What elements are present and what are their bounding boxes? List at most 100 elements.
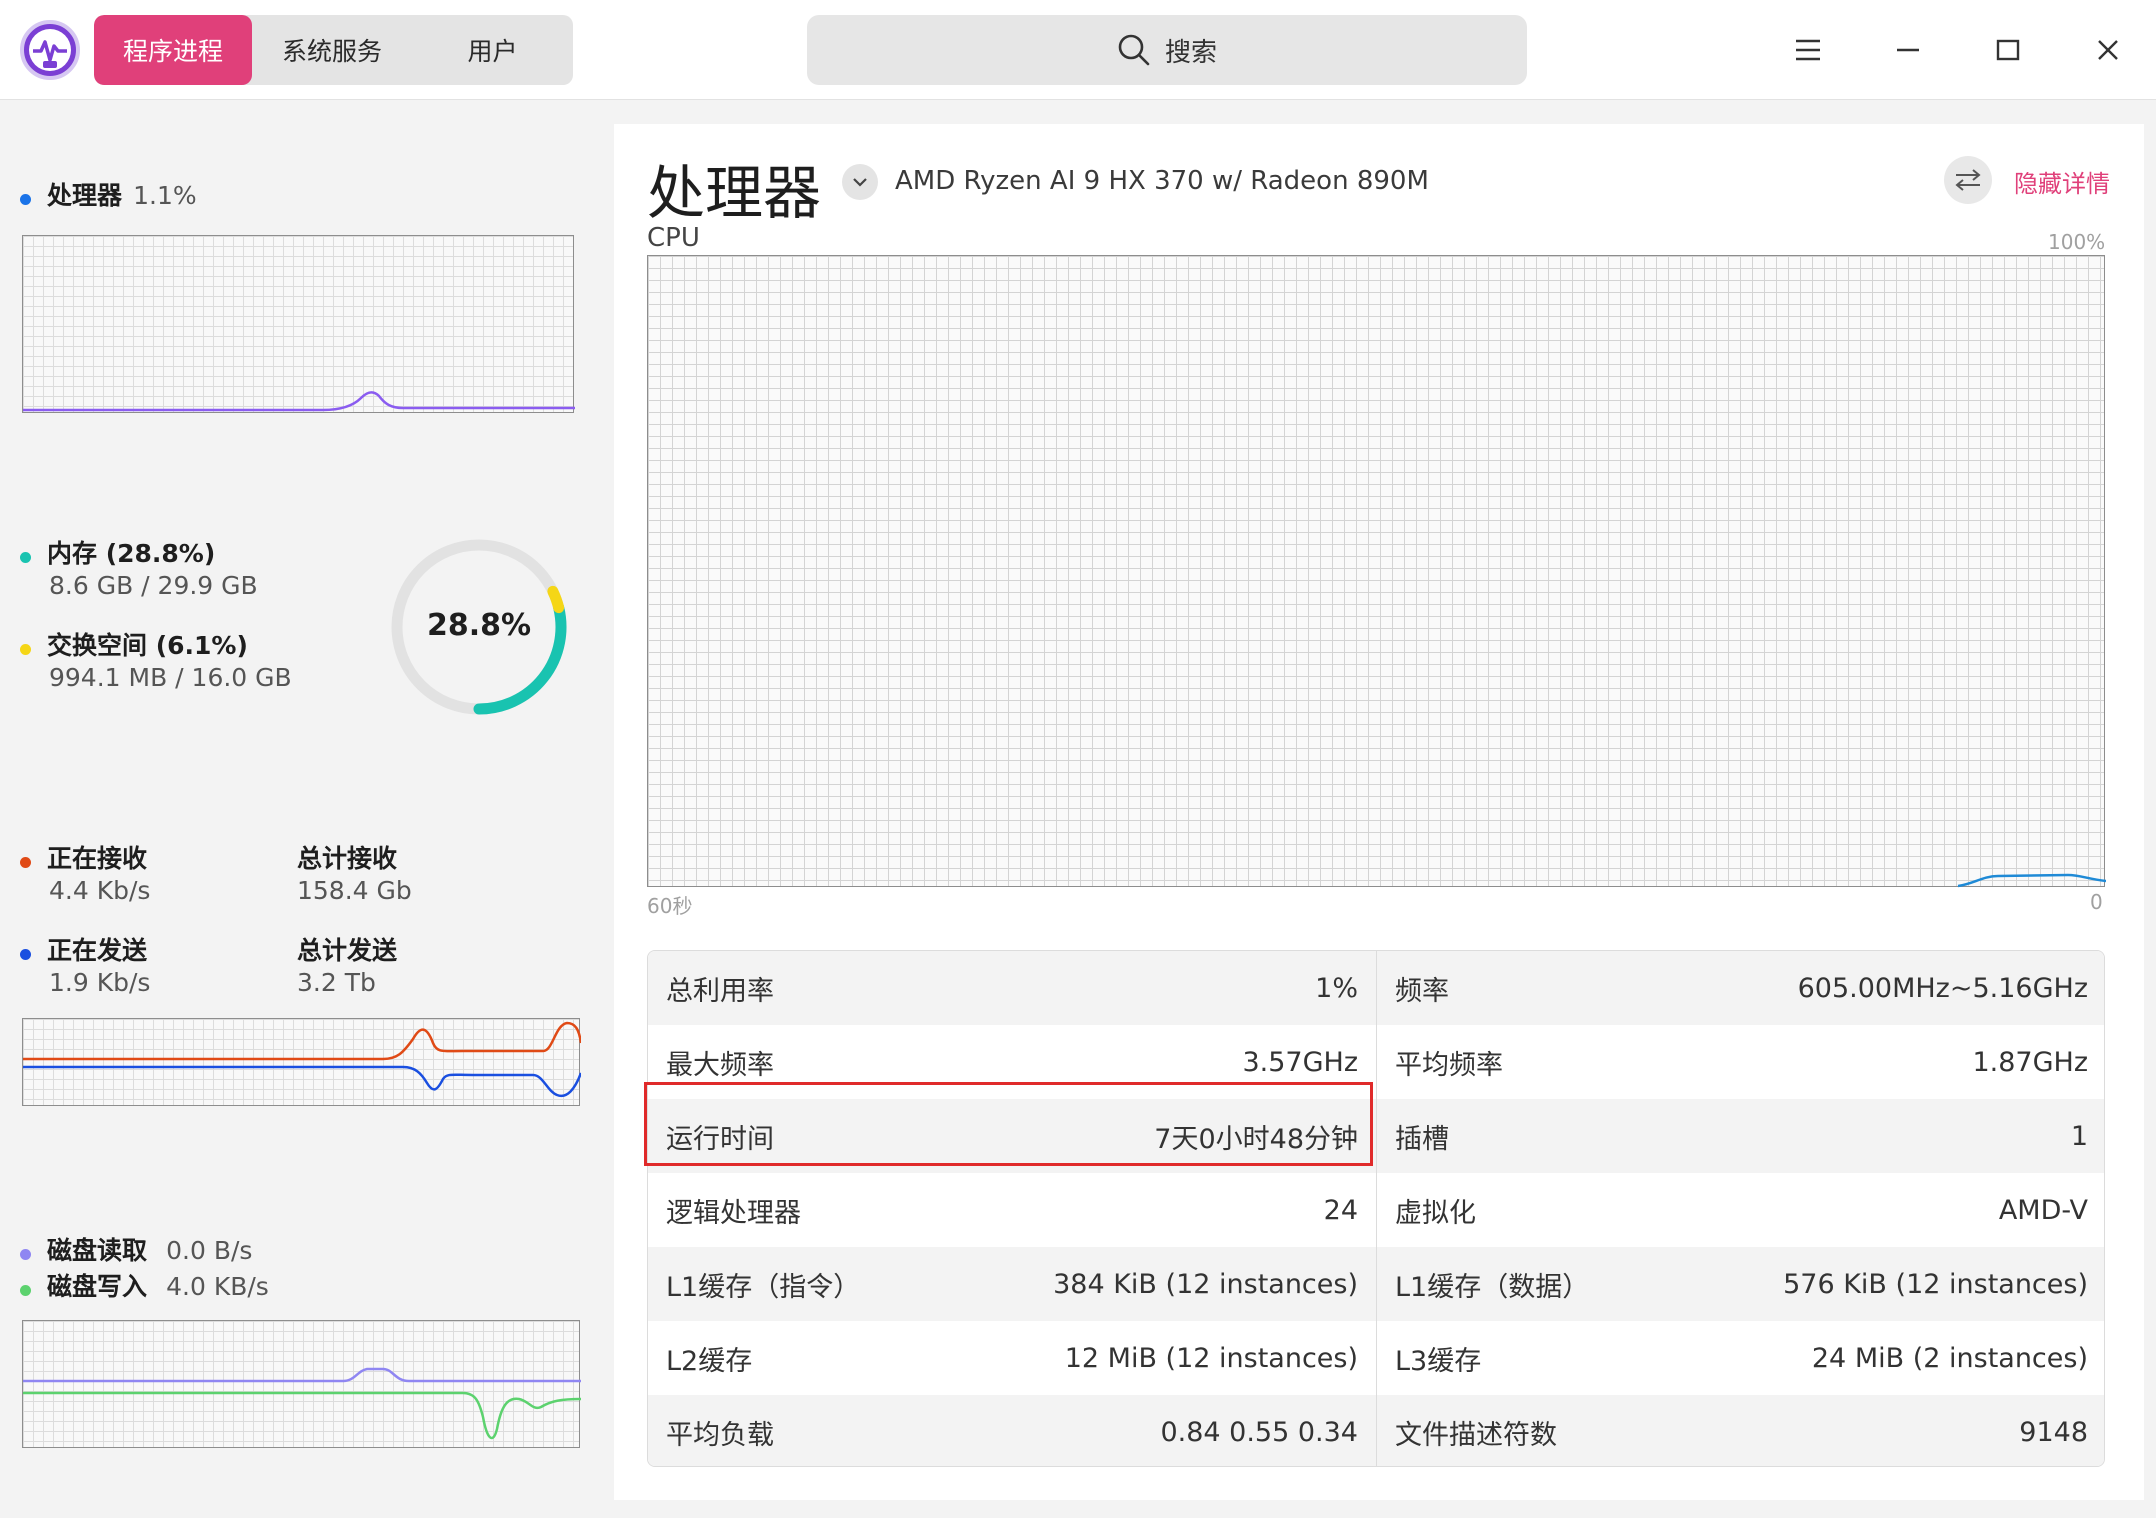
network-mini-graph-lines bbox=[23, 1021, 581, 1098]
cpu-value: 1.1% bbox=[133, 181, 197, 210]
stat-value: 24 MiB (2 instances) bbox=[1811, 1342, 2088, 1374]
cpu-mini-graph-line bbox=[23, 391, 575, 412]
disk-mini-graph-lines bbox=[23, 1367, 581, 1440]
disk-read-legend-dot bbox=[20, 1249, 31, 1260]
disk-write[interactable]: 磁盘写入 4.0 KB/s bbox=[20, 1267, 269, 1303]
recv-legend-dot bbox=[20, 857, 31, 868]
page-title: 处理器 bbox=[647, 159, 822, 227]
table-row: L2缓存 12 MiB (12 instances) L3缓存 24 MiB (2 … bbox=[648, 1321, 2104, 1395]
close-icon bbox=[2098, 40, 2118, 60]
recv-label: 正在接收 bbox=[47, 844, 148, 873]
chevron-down-icon bbox=[853, 178, 867, 187]
network-recv[interactable]: 正在接收 bbox=[20, 839, 147, 875]
stat-label: 逻辑处理器 bbox=[666, 1197, 801, 1229]
stat-value: 384 KiB (12 instances) bbox=[1053, 1268, 1358, 1300]
stat-l3-cache: L3缓存 24 MiB (2 instances) bbox=[1377, 1321, 2104, 1395]
stat-l2-cache: L2缓存 12 MiB (12 instances) bbox=[648, 1321, 1377, 1395]
menu-button[interactable] bbox=[1780, 22, 1836, 78]
stat-virtualization: 虚拟化 AMD-V bbox=[1377, 1173, 2104, 1247]
total-recv-value: 158.4 Gb bbox=[297, 876, 412, 905]
stat-label: 最大频率 bbox=[666, 1049, 774, 1081]
stat-value: 1.87GHz bbox=[1972, 1046, 2088, 1078]
send-label: 正在发送 bbox=[47, 936, 148, 965]
swap-summary[interactable]: 交换空间 (6.1%) bbox=[20, 626, 248, 662]
stat-l1-instruction-cache: L1缓存（指令） 384 KiB (12 instances) bbox=[648, 1247, 1377, 1321]
stat-label: L1缓存（指令） bbox=[666, 1271, 861, 1303]
search-box[interactable]: 搜索 bbox=[807, 15, 1527, 85]
stat-avg-frequency: 平均频率 1.87GHz bbox=[1377, 1025, 2104, 1099]
stat-value: 24 bbox=[1323, 1194, 1358, 1226]
send-value: 1.9 Kb/s bbox=[49, 968, 151, 997]
memory-detail: 8.6 GB / 29.9 GB bbox=[49, 571, 258, 600]
total-recv-label: 总计接收 bbox=[297, 844, 398, 873]
stat-label: 平均频率 bbox=[1395, 1049, 1503, 1081]
stat-value: 1% bbox=[1315, 972, 1358, 1004]
cpu-label: 处理器 bbox=[47, 181, 123, 210]
cpu-legend-dot bbox=[20, 194, 31, 205]
stat-label: 总利用率 bbox=[666, 975, 774, 1007]
tab-services[interactable]: 系统服务 bbox=[252, 15, 412, 85]
total-send-label: 总计发送 bbox=[297, 936, 398, 965]
swap-detail: 994.1 MB / 16.0 GB bbox=[49, 663, 292, 692]
stat-logical-processors: 逻辑处理器 24 bbox=[648, 1173, 1377, 1247]
swap-legend-dot bbox=[20, 644, 31, 655]
stat-label: 频率 bbox=[1395, 975, 1449, 1007]
stat-value: AMD-V bbox=[1998, 1194, 2088, 1226]
stat-label: L2缓存 bbox=[666, 1345, 753, 1377]
maximize-icon bbox=[1996, 39, 2020, 61]
minimize-icon bbox=[1897, 48, 1919, 52]
send-legend-dot bbox=[20, 949, 31, 960]
swap-arrows-icon bbox=[1955, 169, 1981, 191]
sidebar-cpu-summary[interactable]: 处理器 1.1% bbox=[20, 176, 197, 212]
hide-details-link[interactable]: 隐藏详情 bbox=[2014, 164, 2110, 199]
stat-load-average: 平均负载 0.84 0.55 0.34 bbox=[648, 1395, 1377, 1466]
tab-users[interactable]: 用户 bbox=[412, 15, 573, 85]
memory-ring-chart: 28.8% bbox=[384, 532, 574, 722]
search-icon bbox=[1118, 34, 1150, 66]
stat-label: L3缓存 bbox=[1395, 1345, 1482, 1377]
search-placeholder: 搜索 bbox=[1164, 37, 1217, 68]
cpu-select-dropdown[interactable] bbox=[842, 164, 878, 200]
cpu-usage-graph[interactable] bbox=[647, 255, 2106, 888]
switch-view-button[interactable] bbox=[1944, 156, 1992, 204]
network-mini-graph[interactable] bbox=[22, 1018, 581, 1106]
stat-value: 9148 bbox=[2019, 1416, 2088, 1448]
disk-read[interactable]: 磁盘读取 0.0 B/s bbox=[20, 1231, 252, 1267]
network-send[interactable]: 正在发送 bbox=[20, 931, 147, 967]
swap-ring-arc bbox=[547, 585, 565, 614]
stat-sockets: 插槽 1 bbox=[1377, 1099, 2104, 1173]
cpu-model-name: AMD Ryzen AI 9 HX 370 w/ Radeon 890M bbox=[895, 166, 1429, 196]
cpu-graph-label: CPU bbox=[647, 223, 700, 253]
memory-ring-text: 28.8% bbox=[426, 608, 532, 643]
stat-value: 576 KiB (12 instances) bbox=[1783, 1268, 2088, 1300]
tab-processes[interactable]: 程序进程 bbox=[94, 15, 252, 85]
stat-file-descriptors: 文件描述符数 9148 bbox=[1377, 1395, 2104, 1466]
stat-label: 平均负载 bbox=[666, 1419, 774, 1451]
disk-read-value: 0.0 B/s bbox=[166, 1236, 253, 1265]
stat-value: 3.57GHz bbox=[1242, 1046, 1358, 1078]
stat-label: L1缓存（数据） bbox=[1395, 1271, 1590, 1303]
cpu-usage-line bbox=[1957, 873, 2106, 888]
memory-label: 内存 (28.8%) bbox=[47, 539, 216, 568]
cpu-stats-table: 总利用率 1% 频率 605.00MHz~5.16GHz 最大频率 3.57GHz 平… bbox=[647, 950, 2105, 1467]
total-send-value: 3.2 Tb bbox=[297, 968, 376, 997]
swap-label: 交换空间 (6.1%) bbox=[47, 631, 248, 660]
memory-summary[interactable]: 内存 (28.8%) bbox=[20, 534, 215, 570]
disk-write-label: 磁盘写入 bbox=[47, 1272, 148, 1301]
maximize-button[interactable] bbox=[1980, 22, 2036, 78]
table-row: 总利用率 1% 频率 605.00MHz~5.16GHz bbox=[648, 951, 2104, 1025]
close-button[interactable] bbox=[2080, 22, 2136, 78]
disk-mini-graph[interactable] bbox=[22, 1320, 581, 1448]
minimize-button[interactable] bbox=[1880, 22, 1936, 78]
cpu-mini-graph[interactable] bbox=[22, 235, 575, 413]
title-bar: 程序进程 系统服务 用户 搜索 bbox=[0, 0, 2156, 100]
stat-frequency: 频率 605.00MHz~5.16GHz bbox=[1377, 951, 2104, 1025]
stat-value: 0.84 0.55 0.34 bbox=[1160, 1416, 1358, 1448]
disk-write-legend-dot bbox=[20, 1285, 31, 1296]
stat-value: 1 bbox=[2070, 1120, 2088, 1152]
cpu-graph-max-label: 100% bbox=[2048, 230, 2106, 254]
table-row: 平均负载 0.84 0.55 0.34 文件描述符数 9148 bbox=[648, 1395, 2104, 1466]
disk-write-value: 4.0 KB/s bbox=[166, 1272, 269, 1301]
cpu-graph-time-start: 60秒 bbox=[647, 894, 693, 918]
uptime-highlight-box bbox=[644, 1082, 1373, 1166]
